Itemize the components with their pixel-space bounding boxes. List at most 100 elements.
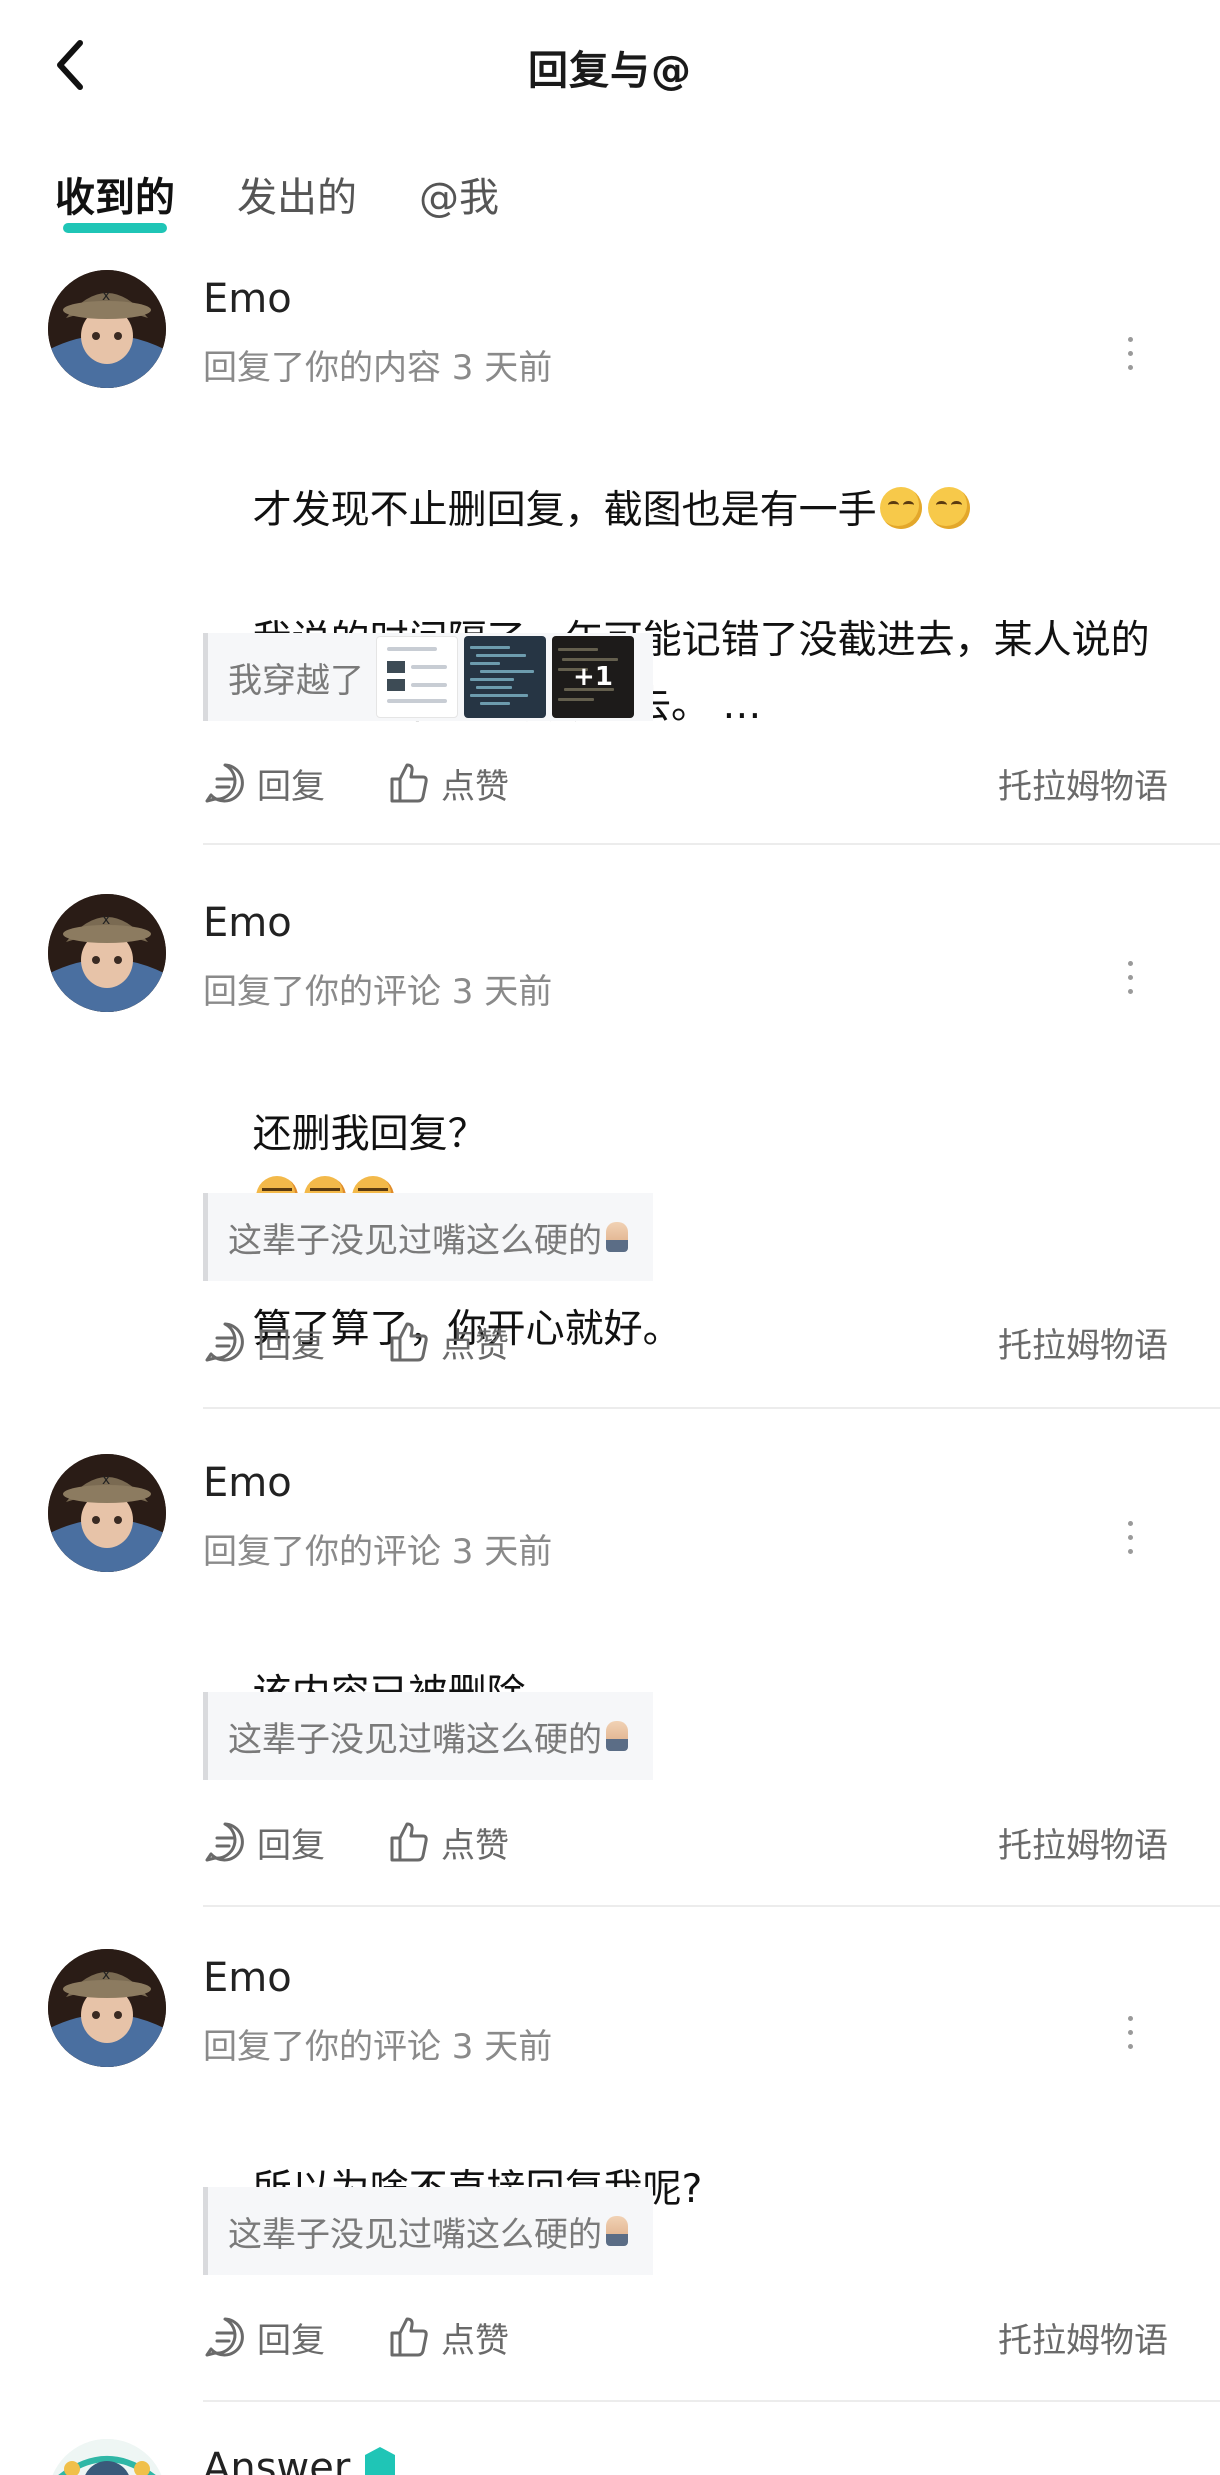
image-thumbnail[interactable]	[464, 636, 546, 718]
like-button[interactable]: 点赞	[387, 2313, 509, 2362]
quoted-original[interactable]: 这辈子没见过嘴这么硬的	[203, 1692, 653, 1780]
like-label: 点赞	[441, 2320, 509, 2361]
verified-badge-icon	[365, 2447, 395, 2475]
content-text: 还删我回复？	[252, 1112, 487, 1157]
quote-text: 这辈子没见过嘴这么硬的	[228, 2214, 602, 2255]
tab-label: 发出的	[237, 175, 357, 221]
avatar[interactable]	[48, 2439, 166, 2475]
reply-meta: 回复了你的评论 3 天前	[203, 2027, 553, 2067]
action-bar: 回复 点赞 托拉姆物语	[203, 753, 1168, 813]
reply-button[interactable]: 回复	[203, 2313, 325, 2362]
reply-label: 回复	[257, 1825, 325, 1866]
quoted-original[interactable]: 这辈子没见过嘴这么硬的	[203, 2187, 653, 2275]
notification-item[interactable]: x Emo 回复了你的评论 3 天前 所以为啥不直接回复我呢? 这辈子没见过嘴这…	[0, 1947, 1220, 2407]
like-label: 点赞	[441, 766, 509, 807]
like-button[interactable]: 点赞	[387, 759, 509, 808]
image-thumbnail[interactable]: +1	[552, 636, 634, 718]
avatar[interactable]: x	[48, 894, 166, 1012]
dot	[1127, 336, 1133, 342]
like-button[interactable]: 点赞	[387, 1318, 509, 1367]
image-thumbnail[interactable]	[376, 636, 458, 718]
pray-emoji-icon	[606, 2216, 628, 2246]
more-options-button[interactable]	[1115, 2007, 1145, 2057]
dot	[1127, 364, 1133, 370]
user-name[interactable]: Emo	[203, 900, 292, 946]
active-tab-indicator	[63, 223, 167, 233]
notification-item[interactable]: x Emo 回复了你的评论 3 天前 还删我回复？ 算了算了，你开心就好。 这辈…	[0, 892, 1220, 1412]
reply-button[interactable]: 回复	[203, 759, 325, 808]
quote-text: 这辈子没见过嘴这么硬的	[228, 1719, 602, 1760]
like-button[interactable]: 点赞	[387, 1818, 509, 1867]
smug-emoji-icon	[879, 487, 922, 529]
reply-button[interactable]: 回复	[203, 1818, 325, 1867]
dot	[1127, 960, 1133, 966]
quote-text: 我穿越了	[228, 660, 364, 701]
thumbs-up-icon	[390, 1822, 428, 1862]
reply-meta: 回复了你的内容 3 天前	[203, 348, 553, 388]
like-label: 点赞	[441, 1325, 509, 1366]
tab-label: 收到的	[55, 175, 175, 221]
avatar[interactable]: x	[48, 1949, 166, 2067]
reply-button[interactable]: 回复	[203, 1318, 325, 1367]
tab-label: @我	[419, 175, 499, 221]
reply-label: 回复	[257, 1325, 325, 1366]
svg-text:x: x	[102, 1967, 110, 1983]
tab-received[interactable]: 收到的	[55, 165, 175, 235]
more-images-count: +1	[552, 636, 634, 718]
reply-label: 回复	[257, 2320, 325, 2361]
dot	[1127, 1548, 1133, 1554]
divider	[203, 1407, 1220, 1409]
divider	[203, 1905, 1220, 1907]
source-game-link[interactable]: 托拉姆物语	[998, 759, 1168, 808]
dot	[1127, 1534, 1133, 1540]
dot	[1127, 974, 1133, 980]
reply-content[interactable]: 才发现不止删回复，截图也是有一手 我说的时间隔了一年可能记错了没截进去，某人说的…	[203, 413, 1183, 803]
more-options-button[interactable]	[1115, 952, 1145, 1002]
smug-emoji-icon	[927, 487, 970, 529]
dot	[1127, 2029, 1133, 2035]
dot	[1127, 1520, 1133, 1526]
reply-icon	[205, 1322, 244, 1362]
notification-item[interactable]: x Emo 回复了你的评论 3 天前 该内容已被删除 这辈子没见过嘴这么硬的 回…	[0, 1452, 1220, 1912]
more-options-button[interactable]	[1115, 328, 1145, 378]
user-name[interactable]: Emo	[203, 276, 292, 322]
dot	[1127, 350, 1133, 356]
notification-item[interactable]: x Emo 回复了你的内容 3 天前 才发现不止删回复，截图也是有一手 我说的时…	[0, 268, 1220, 848]
image-thumbnails: +1	[376, 636, 634, 718]
quoted-original[interactable]: 这辈子没见过嘴这么硬的	[203, 1193, 653, 1281]
source-game-link[interactable]: 托拉姆物语	[998, 2313, 1168, 2362]
notification-item[interactable]: Answer	[0, 2437, 1220, 2475]
user-name[interactable]: Emo	[203, 1460, 292, 1506]
thumbs-up-icon	[390, 763, 428, 803]
avatar[interactable]: x	[48, 1454, 166, 1572]
source-game-link[interactable]: 托拉姆物语	[998, 1318, 1168, 1367]
action-bar: 回复 点赞 托拉姆物语	[203, 1312, 1168, 1372]
reply-icon	[205, 2317, 244, 2357]
reply-icon	[205, 763, 244, 803]
quoted-original[interactable]: 我穿越了 +1	[203, 633, 653, 721]
dot	[1127, 988, 1133, 994]
user-name[interactable]: Answer	[203, 2445, 350, 2475]
pray-emoji-icon	[606, 1222, 628, 1252]
more-options-button[interactable]	[1115, 1512, 1145, 1562]
action-bar: 回复 点赞 托拉姆物语	[203, 1812, 1168, 1872]
svg-text:x: x	[102, 912, 110, 928]
like-label: 点赞	[441, 1825, 509, 1866]
svg-text:x: x	[102, 1472, 110, 1488]
reply-meta: 回复了你的评论 3 天前	[203, 1532, 553, 1572]
svg-text:x: x	[102, 288, 110, 304]
avatar[interactable]: x	[48, 270, 166, 388]
action-bar: 回复 点赞 托拉姆物语	[203, 2307, 1168, 2367]
content-text: 才发现不止删回复，截图也是有一手	[252, 488, 877, 533]
tab-bar: 收到的 发出的 @我	[55, 165, 499, 235]
divider	[203, 2400, 1220, 2402]
thumbs-up-icon	[390, 2317, 428, 2357]
dot	[1127, 2043, 1133, 2049]
tab-mentions[interactable]: @我	[419, 165, 499, 235]
source-game-link[interactable]: 托拉姆物语	[998, 1818, 1168, 1867]
reply-meta: 回复了你的评论 3 天前	[203, 972, 553, 1012]
thumbs-up-icon	[390, 1322, 428, 1362]
user-name[interactable]: Emo	[203, 1955, 292, 2001]
tab-sent[interactable]: 发出的	[237, 165, 357, 235]
header: 回复与@	[0, 0, 1220, 130]
